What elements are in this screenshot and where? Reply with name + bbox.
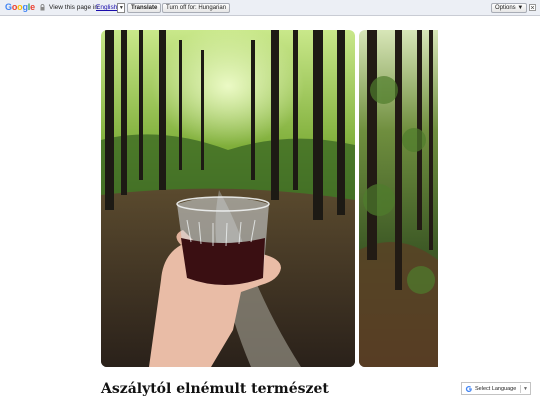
forest-trees-image [359, 30, 438, 367]
view-page-in-label: View this page in: [49, 4, 100, 11]
select-language-divider [520, 385, 521, 393]
options-button[interactable]: Options ▼ [491, 3, 528, 13]
post-title[interactable]: Aszálytól elnémult természet [101, 380, 329, 398]
language-select-value: English [96, 4, 118, 11]
chevron-down-icon: ▼ [523, 386, 528, 392]
gallery-photo-side[interactable] [359, 30, 438, 367]
select-language-label: Select Language [475, 386, 517, 392]
chevron-down-icon: ▼ [117, 3, 126, 13]
turn-off-button[interactable]: Turn off for: Hungarian [162, 3, 231, 13]
forest-wine-image [101, 30, 355, 367]
language-select[interactable]: English ▼ [96, 3, 126, 13]
gallery-photo-main[interactable] [101, 30, 355, 367]
select-language-widget[interactable]: Select Language ▼ [461, 382, 531, 395]
close-icon[interactable] [529, 4, 536, 11]
google-g-icon [465, 386, 472, 393]
google-logo: Google [5, 2, 35, 12]
translate-button[interactable]: Translate [127, 3, 162, 13]
google-translate-bar: Google View this page in: English ▼ Tran… [0, 0, 540, 16]
lock-icon [40, 4, 45, 11]
